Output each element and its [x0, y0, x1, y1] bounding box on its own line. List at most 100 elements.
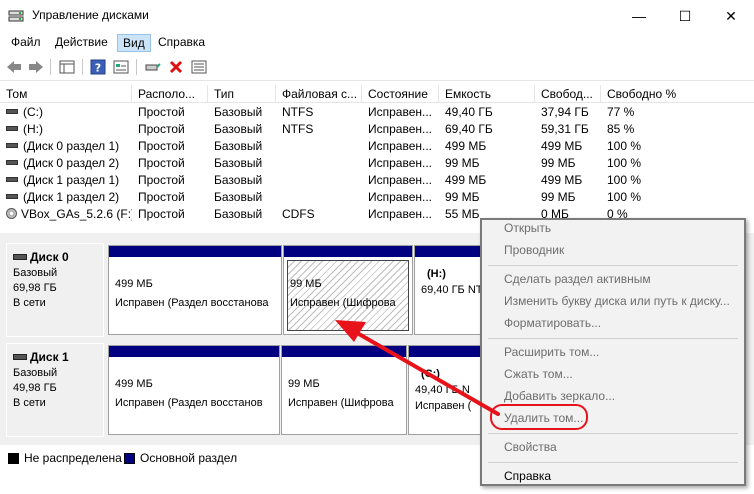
cell-text: Исправен...	[368, 173, 433, 187]
menu-file[interactable]: Файл	[6, 34, 46, 50]
column-header-free[interactable]: Свобод...	[535, 85, 601, 103]
table-cell: Базовый	[208, 207, 276, 221]
column-header-free-percent[interactable]: Свободно %	[601, 85, 754, 103]
cell-text: Простой	[138, 139, 185, 153]
menu-add-mirror[interactable]: Добавить зеркало...	[504, 389, 615, 403]
disk-name: Диск 1	[30, 350, 69, 364]
cell-text: (Диск 0 раздел 1)	[23, 139, 120, 153]
partition-size: 99 МБ	[288, 378, 320, 390]
column-header-status[interactable]: Состояние	[362, 85, 439, 103]
column-header-volume[interactable]: Том	[0, 85, 132, 103]
volume-icon	[6, 160, 18, 166]
table-cell: 100 %	[601, 173, 754, 187]
table-cell: Простой	[132, 139, 208, 153]
properties-button[interactable]	[112, 58, 130, 76]
menu-explorer[interactable]: Проводник	[504, 243, 564, 257]
table-cell: 99 МБ	[439, 190, 535, 204]
menu-help-item[interactable]: Справка	[504, 469, 551, 483]
menu-view[interactable]: Вид	[117, 34, 151, 52]
disk-type: Базовый	[13, 267, 58, 279]
cell-text: 59,31 ГБ	[541, 122, 589, 136]
menu-separator	[488, 462, 738, 463]
delete-button[interactable]	[167, 58, 185, 76]
primary-partition-swatch	[124, 453, 135, 464]
volume-icon	[6, 143, 18, 149]
menu-separator	[488, 433, 738, 434]
cell-text: Простой	[138, 105, 185, 119]
forward-arrow-icon	[29, 61, 43, 73]
column-header-filesystem[interactable]: Файловая с...	[276, 85, 362, 103]
volume-list: Том Располо... Тип Файловая с... Состоян…	[0, 85, 754, 225]
menu-help[interactable]: Справка	[153, 34, 210, 50]
partition-disk1-c[interactable]: (C:) 49,40 ГБ N Исправен (	[408, 345, 484, 435]
partition-size: 99 МБ	[290, 278, 322, 290]
partition-disk0-1[interactable]: 499 МБ Исправен (Раздел восстанова	[108, 245, 282, 335]
cell-text: Исправен...	[368, 190, 433, 204]
title-bar: Управление дисками — ☐ ✕	[0, 0, 754, 32]
cd-drive-icon	[6, 208, 17, 220]
table-cell: Базовый	[208, 156, 276, 170]
cell-text: 99 МБ	[541, 190, 576, 204]
column-header-capacity[interactable]: Емкость	[439, 85, 535, 103]
menu-format[interactable]: Форматировать...	[504, 316, 601, 330]
table-row[interactable]: (C:) Простой Базовый NTFS Исправен... 49,40 Г…	[0, 104, 754, 121]
disk-size: 69,98 ГБ	[13, 282, 57, 294]
help-button[interactable]: ?	[89, 58, 107, 76]
menu-shrink-volume[interactable]: Сжать том...	[504, 367, 573, 381]
cell-text: Исправен...	[368, 139, 433, 153]
cell-text: (Диск 1 раздел 2)	[23, 190, 120, 204]
table-cell: Простой	[132, 156, 208, 170]
table-cell: 85 %	[601, 122, 754, 136]
menu-change-letter[interactable]: Изменить букву диска или путь к диску...	[504, 294, 730, 308]
partition-disk0-2-selected[interactable]: 99 МБ Исправен (Шифрова	[283, 245, 413, 335]
table-row[interactable]: (Диск 1 раздел 2) Простой Базовый Исправен.…	[0, 189, 754, 206]
console-tree-button[interactable]	[58, 58, 76, 76]
volume-icon	[6, 194, 18, 200]
menu-extend-volume[interactable]: Расширить том...	[504, 345, 599, 359]
table-cell: 49,40 ГБ	[439, 105, 535, 119]
table-cell: Исправен...	[362, 190, 439, 204]
cell-text: Базовый	[214, 173, 263, 187]
partition-letter: (C:)	[421, 368, 440, 380]
hard-disk-icon	[13, 354, 27, 361]
menu-separator	[488, 265, 738, 266]
table-cell: (Диск 0 раздел 1)	[0, 139, 132, 153]
partition-status: Исправен (Шифрова	[288, 397, 394, 409]
partition-disk0-h[interactable]: (H:) 69,40 ГБ NT	[414, 245, 484, 335]
column-header-layout[interactable]: Располо...	[132, 85, 208, 103]
minimize-button[interactable]: —	[616, 0, 662, 32]
table-cell: Базовый	[208, 173, 276, 187]
cell-text: 99 МБ	[445, 156, 480, 170]
back-arrow-icon	[7, 61, 21, 73]
table-row[interactable]: (H:) Простой Базовый NTFS Исправен... 69,40 Г…	[0, 121, 754, 138]
cell-text: 499 МБ	[541, 173, 583, 187]
table-row[interactable]: (Диск 0 раздел 2) Простой Базовый Исправен.…	[0, 155, 754, 172]
forward-button[interactable]	[27, 58, 45, 76]
menu-open[interactable]: Открыть	[504, 221, 551, 235]
table-cell: Базовый	[208, 105, 276, 119]
partition-disk1-2[interactable]: 99 МБ Исправен (Шифрова	[281, 345, 407, 435]
back-button[interactable]	[5, 58, 23, 76]
disk-1-label[interactable]: Диск 1 Базовый 49,98 ГБ В сети	[6, 343, 104, 437]
partition-disk1-1[interactable]: 499 МБ Исправен (Раздел восстанов	[108, 345, 280, 435]
disk-0-label[interactable]: Диск 0 Базовый 69,98 ГБ В сети	[6, 243, 104, 337]
cell-text: (Диск 0 раздел 2)	[23, 156, 120, 170]
close-button[interactable]: ✕	[708, 0, 754, 32]
rescan-button[interactable]	[190, 58, 208, 76]
partition-size: 499 МБ	[115, 378, 153, 390]
cell-text: (C:)	[23, 105, 43, 119]
menu-properties[interactable]: Свойства	[504, 440, 557, 454]
partition-size: 69,40 ГБ NT	[421, 284, 483, 296]
cell-text: 99 МБ	[541, 156, 576, 170]
table-row[interactable]: (Диск 1 раздел 1) Простой Базовый Исправен.…	[0, 172, 754, 189]
cell-text: Исправен...	[368, 105, 433, 119]
column-header-type[interactable]: Тип	[208, 85, 276, 103]
cell-text: CDFS	[282, 207, 315, 221]
table-cell: (Диск 1 раздел 1)	[0, 173, 132, 187]
connect-button[interactable]	[144, 58, 162, 76]
menu-action[interactable]: Действие	[50, 34, 113, 50]
maximize-button[interactable]: ☐	[662, 0, 708, 32]
table-row[interactable]: (Диск 0 раздел 1) Простой Базовый Исправен.…	[0, 138, 754, 155]
menu-mark-active[interactable]: Сделать раздел активным	[504, 272, 651, 286]
cell-text: Простой	[138, 190, 185, 204]
